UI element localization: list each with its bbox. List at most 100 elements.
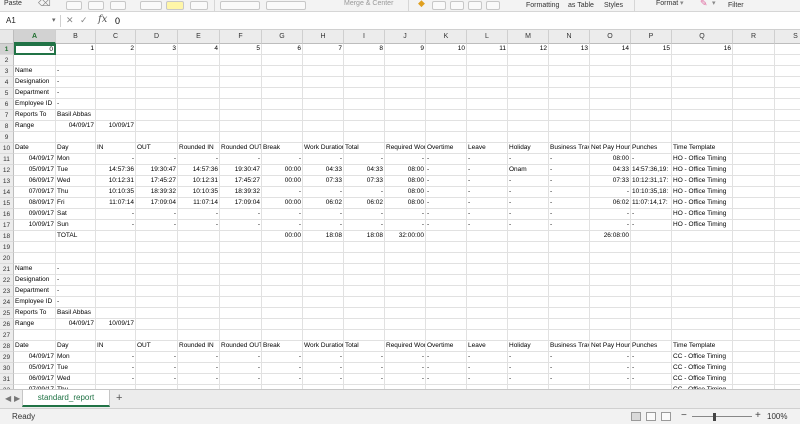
cell-h28[interactable]: Work Duration [303,341,344,352]
cell-r27[interactable] [733,330,775,341]
cell-h21[interactable] [303,264,344,275]
cell-d8[interactable] [136,121,178,132]
cell-e31[interactable]: - [178,374,220,385]
fill-color-button[interactable] [166,1,184,10]
cell-c30[interactable]: - [96,363,136,374]
cell-s30[interactable] [775,363,800,374]
cell-l4[interactable] [467,77,508,88]
cell-g29[interactable]: - [262,352,303,363]
cell-s10[interactable] [775,143,800,154]
cell-p7[interactable] [631,110,672,121]
cell-h5[interactable] [303,88,344,99]
cell-d31[interactable]: - [136,374,178,385]
cell-e26[interactable] [178,319,220,330]
cell-s21[interactable] [775,264,800,275]
cell-j7[interactable] [385,110,426,121]
cell-k28[interactable]: Overtime [426,341,467,352]
cell-k4[interactable] [426,77,467,88]
cell-k27[interactable] [426,330,467,341]
cell-k13[interactable]: - [426,176,467,187]
cell-r21[interactable] [733,264,775,275]
row-header-4[interactable]: 4 [0,77,14,88]
cell-o21[interactable] [590,264,631,275]
cell-a12[interactable]: 05/09/17 [14,165,56,176]
cell-g4[interactable] [262,77,303,88]
cell-q28[interactable]: Time Template [672,341,733,352]
zoom-slider-thumb[interactable] [713,413,716,421]
cell-k25[interactable] [426,308,467,319]
cell-o22[interactable] [590,275,631,286]
indent-group[interactable] [266,1,306,10]
cell-h4[interactable] [303,77,344,88]
cell-f19[interactable] [220,242,262,253]
normal-view-icon[interactable] [631,412,641,421]
cell-c27[interactable] [96,330,136,341]
column-header-n[interactable]: N [549,30,590,44]
cell-q12[interactable]: HO - Office Timing [672,165,733,176]
cell-k8[interactable] [426,121,467,132]
cell-f20[interactable] [220,253,262,264]
cell-h9[interactable] [303,132,344,143]
conditional-formatting-button[interactable]: Formatting [526,2,559,9]
cell-i1[interactable]: 8 [344,44,385,55]
cell-r25[interactable] [733,308,775,319]
cell-i5[interactable] [344,88,385,99]
cell-b2[interactable] [56,55,96,66]
cell-m28[interactable]: Holiday [508,341,549,352]
cell-h20[interactable] [303,253,344,264]
cell-p28[interactable]: Punches [631,341,672,352]
cell-q3[interactable] [672,66,733,77]
cell-g6[interactable] [262,99,303,110]
column-header-o[interactable]: O [590,30,631,44]
cell-g13[interactable]: 00:00 [262,176,303,187]
cell-c16[interactable]: - [96,209,136,220]
row-header-19[interactable]: 19 [0,242,14,253]
cell-b31[interactable]: Wed [56,374,96,385]
cell-s13[interactable] [775,176,800,187]
row-header-16[interactable]: 16 [0,209,14,220]
cell-r4[interactable] [733,77,775,88]
cell-k24[interactable] [426,297,467,308]
cell-a9[interactable] [14,132,56,143]
cell-h2[interactable] [303,55,344,66]
cell-b6[interactable]: - [56,99,96,110]
cell-o19[interactable] [590,242,631,253]
cell-r26[interactable] [733,319,775,330]
cell-s3[interactable] [775,66,800,77]
cell-n18[interactable] [549,231,590,242]
cell-s31[interactable] [775,374,800,385]
cell-m14[interactable]: - [508,187,549,198]
cell-j9[interactable] [385,132,426,143]
cell-j6[interactable] [385,99,426,110]
cell-c1[interactable]: 2 [96,44,136,55]
cell-q26[interactable] [672,319,733,330]
cell-d17[interactable]: - [136,220,178,231]
cell-d16[interactable]: - [136,209,178,220]
cell-b8[interactable]: 04/09/17 [56,121,96,132]
cell-h7[interactable] [303,110,344,121]
cell-r8[interactable] [733,121,775,132]
cell-p10[interactable]: Punches [631,143,672,154]
cell-a29[interactable]: 04/09/17 [14,352,56,363]
cell-g8[interactable] [262,121,303,132]
underline-button[interactable] [110,1,126,10]
cell-m10[interactable]: Holiday [508,143,549,154]
cell-l20[interactable] [467,253,508,264]
cell-m22[interactable] [508,275,549,286]
borders-button[interactable] [140,1,162,10]
cell-s5[interactable] [775,88,800,99]
cell-o5[interactable] [590,88,631,99]
cell-p5[interactable] [631,88,672,99]
cell-s24[interactable] [775,297,800,308]
column-header-i[interactable]: I [344,30,385,44]
cell-h13[interactable]: 07:33 [303,176,344,187]
cell-h6[interactable] [303,99,344,110]
cell-n29[interactable]: - [549,352,590,363]
cell-k22[interactable] [426,275,467,286]
cell-i4[interactable] [344,77,385,88]
cell-k17[interactable]: - [426,220,467,231]
cell-f5[interactable] [220,88,262,99]
cell-i31[interactable]: - [344,374,385,385]
cell-a26[interactable]: Range [14,319,56,330]
cell-n20[interactable] [549,253,590,264]
